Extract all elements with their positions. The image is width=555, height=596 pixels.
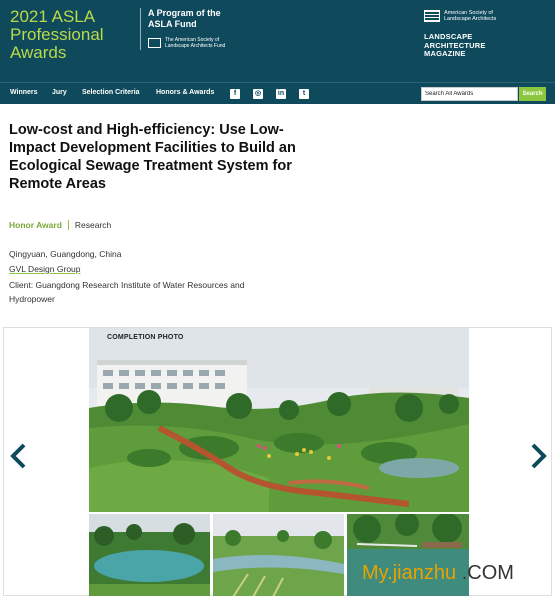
watermark-suffix: .COM bbox=[461, 562, 514, 584]
twitter-icon[interactable]: t bbox=[299, 89, 309, 99]
prev-arrow-icon[interactable] bbox=[9, 443, 27, 469]
asla-logo-icon bbox=[424, 10, 440, 22]
project-client: Client: Guangdong Research Institute of … bbox=[9, 280, 245, 304]
nav-item-winners[interactable]: Winners bbox=[10, 89, 38, 96]
awards-title-line: Professional bbox=[10, 25, 104, 44]
asla-fund-logo-text: The American Society of Landscape Archit… bbox=[165, 37, 225, 49]
gallery-thumbnail[interactable] bbox=[89, 514, 210, 596]
meta-divider bbox=[67, 220, 69, 230]
award-category: Research bbox=[74, 220, 112, 230]
firm-link[interactable]: GVL Design Group bbox=[9, 264, 81, 274]
photo-gallery: COMPLETION PHOTO bbox=[3, 327, 552, 596]
asla-logo-line: Landscape Architects bbox=[444, 16, 497, 22]
fund-line: ASLA Fund bbox=[148, 19, 197, 29]
instagram-icon[interactable]: ◎ bbox=[253, 89, 263, 99]
nav-item-jury[interactable]: Jury bbox=[52, 89, 67, 96]
fund-line: A Program of the bbox=[148, 8, 221, 18]
thumbnail-photo bbox=[89, 514, 210, 596]
awards-title-line: 2021 ASLA bbox=[10, 7, 96, 26]
gallery-thumbnail[interactable] bbox=[213, 514, 344, 596]
nav-item-honors-awards[interactable]: Honors & Awards bbox=[156, 89, 214, 96]
asla-fund-logo-line: Landscape Architects Fund bbox=[165, 43, 226, 49]
thumbnail-photo bbox=[213, 514, 344, 596]
site-header: 2021 ASLA Professional Awards A Program … bbox=[0, 0, 555, 82]
asla-logo[interactable]: American Society of Landscape Architects bbox=[424, 10, 496, 22]
photo-label: COMPLETION PHOTO bbox=[107, 334, 184, 341]
award-meta: Honor Award Research bbox=[9, 220, 111, 230]
watermark: My.jianzhu .COM bbox=[362, 562, 514, 585]
header-divider bbox=[140, 8, 141, 50]
project-title: Low-cost and High-efficiency: Use Low-Im… bbox=[9, 122, 296, 192]
asla-fund-label: A Program of the ASLA Fund bbox=[148, 8, 221, 30]
award-level: Honor Award bbox=[9, 220, 62, 230]
magazine-line: MAGAZINE bbox=[424, 49, 466, 58]
awards-title[interactable]: 2021 ASLA Professional Awards bbox=[10, 8, 104, 62]
asla-logo-text: American Society of Landscape Architects bbox=[444, 10, 496, 22]
asla-fund-logo[interactable]: The American Society of Landscape Archit… bbox=[148, 37, 225, 49]
asla-fund-logo-icon bbox=[148, 38, 161, 48]
main-nav: Winners Jury Selection Criteria Honors &… bbox=[0, 82, 555, 104]
linkedin-icon[interactable]: in bbox=[276, 89, 286, 99]
awards-title-line: Awards bbox=[10, 43, 67, 62]
landscape-photo bbox=[89, 328, 469, 512]
project-location: Qingyuan, Guangdong, China bbox=[9, 249, 122, 259]
search-button[interactable]: Search bbox=[519, 87, 546, 101]
next-arrow-icon[interactable] bbox=[530, 443, 548, 469]
facebook-icon[interactable]: f bbox=[230, 89, 240, 99]
search-input[interactable] bbox=[421, 87, 518, 101]
landscape-architecture-magazine-logo[interactable]: LANDSCAPE ARCHITECTURE MAGAZINE bbox=[424, 32, 486, 59]
main-photo[interactable]: COMPLETION PHOTO bbox=[89, 328, 469, 512]
watermark-text: My.jianzhu bbox=[362, 562, 457, 584]
nav-item-selection-criteria[interactable]: Selection Criteria bbox=[82, 89, 140, 96]
